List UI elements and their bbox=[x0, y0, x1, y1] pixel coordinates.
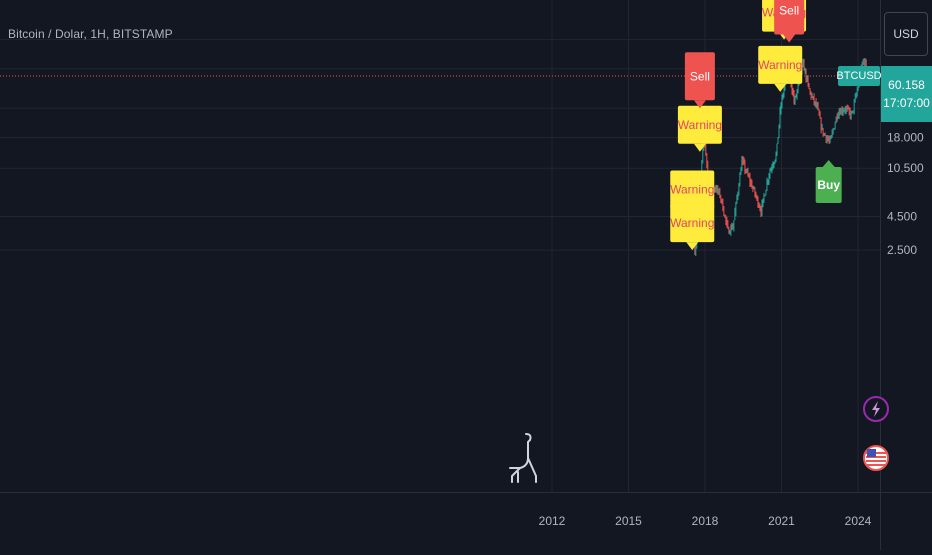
signal-label: Warning bbox=[758, 58, 802, 72]
signal-label: Warning bbox=[678, 118, 722, 132]
lightning-icon[interactable] bbox=[863, 396, 889, 422]
signal-sell: Sell bbox=[684, 52, 715, 109]
x-tick-label: 2024 bbox=[845, 514, 872, 528]
y-tick-label: 10.500 bbox=[887, 161, 924, 175]
bar-countdown: 17:07:00 bbox=[883, 96, 930, 110]
signal-label: Warning bbox=[670, 183, 714, 197]
x-tick-label: 2015 bbox=[615, 514, 642, 528]
symbol-price-tag: BTCUSD bbox=[836, 66, 882, 86]
currency-selector[interactable]: USD bbox=[884, 12, 928, 56]
last-price-tag: 60.158 17:07:00 bbox=[881, 66, 932, 122]
symbol-title[interactable]: Bitcoin / Dolar, 1H, BITSTAMP bbox=[8, 27, 173, 41]
signal-label: Sell bbox=[779, 4, 799, 18]
y-tick-label: 18.000 bbox=[887, 130, 924, 144]
signal-label: Buy bbox=[817, 178, 840, 192]
signal-label: Warning bbox=[670, 216, 714, 230]
signal-label: Sell bbox=[690, 69, 710, 83]
chart-area[interactable]: 2012 2015 2018 2021 2024 2.500 4.500 10.500 18.0… bbox=[0, 0, 932, 550]
last-price-value: 60.158 bbox=[888, 78, 925, 92]
y-tick-label: 4.500 bbox=[887, 210, 917, 224]
price-chart[interactable]: 2012 2015 2018 2021 2024 2.500 4.500 10.500 18.0… bbox=[0, 0, 932, 550]
us-flag-icon[interactable] bbox=[863, 445, 889, 471]
x-tick-label: 2021 bbox=[768, 514, 795, 528]
x-tick-label: 2018 bbox=[692, 514, 719, 528]
x-tick-label: 2012 bbox=[539, 514, 566, 528]
y-tick-label: 2.500 bbox=[887, 243, 917, 257]
